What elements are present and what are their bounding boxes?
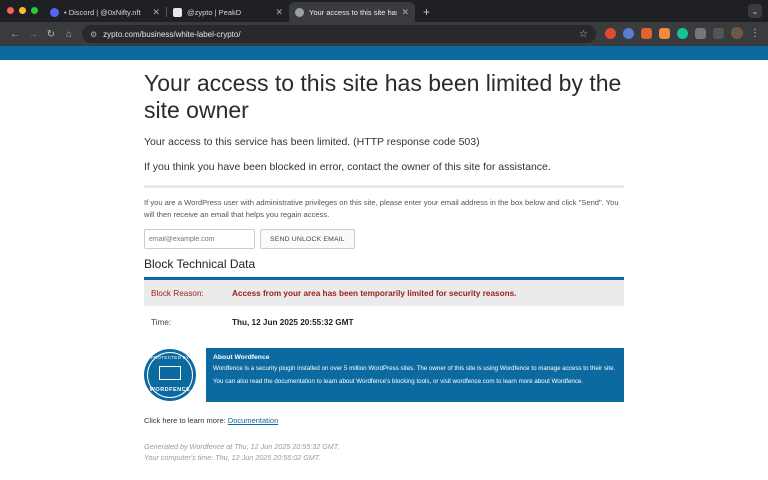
- wordpress-admin-message: If you are a WordPress user with adminis…: [144, 198, 619, 219]
- url-text[interactable]: zypto.com/business/white-label-crypto/: [103, 30, 579, 39]
- close-icon[interactable]: ✕: [275, 7, 283, 18]
- tab-discord[interactable]: • Discord | @0xNifty.nft ✕: [44, 2, 166, 22]
- close-icon[interactable]: ✕: [401, 7, 409, 18]
- about-wordfence-panel: About Wordfence Wordfence is a security …: [206, 348, 624, 402]
- profile-avatar[interactable]: [731, 27, 743, 39]
- sidebar-icon[interactable]: [713, 27, 724, 39]
- peakd-icon: [173, 7, 182, 17]
- tab-title: Your access to this site has b: [309, 7, 398, 17]
- block-reason-row: Block Reason: Access from your area has …: [144, 280, 624, 306]
- grammarly-icon[interactable]: [677, 27, 688, 39]
- learn-more-label: Click here to learn more:: [144, 416, 228, 425]
- site-info-icon[interactable]: ⚙: [90, 30, 97, 39]
- extension-icon[interactable]: [623, 27, 634, 39]
- tab-active[interactable]: Your access to this site has b ✕: [289, 2, 415, 22]
- extension-icon[interactable]: [641, 27, 652, 39]
- block-page: Your access to this site has been limite…: [144, 62, 624, 463]
- wordfence-about: PROTECTED BY WORDFENCE About Wordfence W…: [144, 348, 624, 402]
- time-row: Time: Thu, 12 Jun 2025 20:55:32 GMT: [144, 308, 624, 336]
- generated-footer: Generated by Wordfence at Thu, 12 Jun 20…: [144, 441, 624, 463]
- email-input[interactable]: [144, 229, 255, 249]
- site-header-strip: [0, 46, 768, 60]
- page-title: Your access to this site has been limite…: [144, 70, 622, 123]
- home-icon[interactable]: ⌂: [60, 29, 78, 40]
- extension-icon[interactable]: [659, 27, 670, 39]
- extensions-puzzle-icon[interactable]: [695, 27, 706, 39]
- forward-icon[interactable]: →: [24, 29, 42, 40]
- about-description-2: You can also read the documentation to l…: [213, 378, 584, 385]
- menu-dots-icon[interactable]: ⋮: [750, 28, 760, 39]
- tab-bar: • Discord | @0xNifty.nft ✕ @zypto | Peak…: [0, 0, 768, 22]
- address-bar[interactable]: ⚙ zypto.com/business/white-label-crypto/…: [82, 25, 596, 43]
- wordfence-seal-icon: PROTECTED BY WORDFENCE: [144, 349, 196, 401]
- block-reason-value: Access from your area has been temporari…: [232, 288, 517, 298]
- learn-more: Click here to learn more: Documentation: [144, 416, 624, 425]
- bookmark-star-icon[interactable]: ☆: [579, 29, 588, 40]
- discord-icon: [50, 7, 59, 17]
- unlock-form: SEND UNLOCK EMAIL: [144, 229, 624, 249]
- back-icon[interactable]: ←: [6, 29, 24, 40]
- about-title: About Wordfence: [213, 354, 270, 361]
- send-unlock-email-button[interactable]: SEND UNLOCK EMAIL: [260, 229, 355, 249]
- seal-top-text: PROTECTED BY: [150, 355, 190, 360]
- generated-text: Generated by Wordfence at Thu, 12 Jun 20…: [144, 442, 340, 451]
- computer-time-text: Your computer's time: Thu, 12 Jun 2025 2…: [144, 453, 321, 462]
- tab-search-icon[interactable]: ⌄: [748, 4, 762, 18]
- seal-bottom-text: WORDFENCE: [149, 387, 191, 393]
- documentation-link[interactable]: Documentation: [228, 416, 278, 425]
- tab-title: • Discord | @0xNifty.nft: [64, 7, 141, 17]
- new-tab-icon[interactable]: +: [423, 5, 430, 19]
- window-controls: [7, 7, 38, 14]
- extensions: ⋮: [605, 27, 760, 39]
- extension-icon[interactable]: [605, 27, 616, 39]
- about-description-1: Wordfence is a security plugin installed…: [213, 365, 616, 372]
- tabs: • Discord | @0xNifty.nft ✕ @zypto | Peak…: [44, 2, 430, 22]
- tab-peakd[interactable]: @zypto | PeakD ✕: [167, 2, 289, 22]
- time-value: Thu, 12 Jun 2025 20:55:32 GMT: [232, 317, 354, 327]
- tech-data-heading: Block Technical Data: [144, 257, 256, 271]
- maximize-window-button[interactable]: [31, 7, 38, 14]
- time-label: Time:: [151, 317, 172, 327]
- reload-icon[interactable]: ↻: [42, 29, 60, 40]
- browser-toolbar: ← → ↻ ⌂ ⚙ zypto.com/business/white-label…: [0, 22, 768, 46]
- globe-icon: [295, 7, 304, 17]
- block-reason-label: Block Reason:: [151, 288, 204, 298]
- seal-fence-icon: [159, 366, 181, 380]
- contact-message: If you think you have been blocked in er…: [144, 161, 551, 173]
- close-icon[interactable]: ✕: [152, 7, 160, 18]
- limited-message: Your access to this service has been lim…: [144, 136, 480, 148]
- tab-title: @zypto | PeakD: [187, 7, 242, 17]
- close-window-button[interactable]: [7, 7, 14, 14]
- minimize-window-button[interactable]: [19, 7, 26, 14]
- divider: [144, 185, 624, 188]
